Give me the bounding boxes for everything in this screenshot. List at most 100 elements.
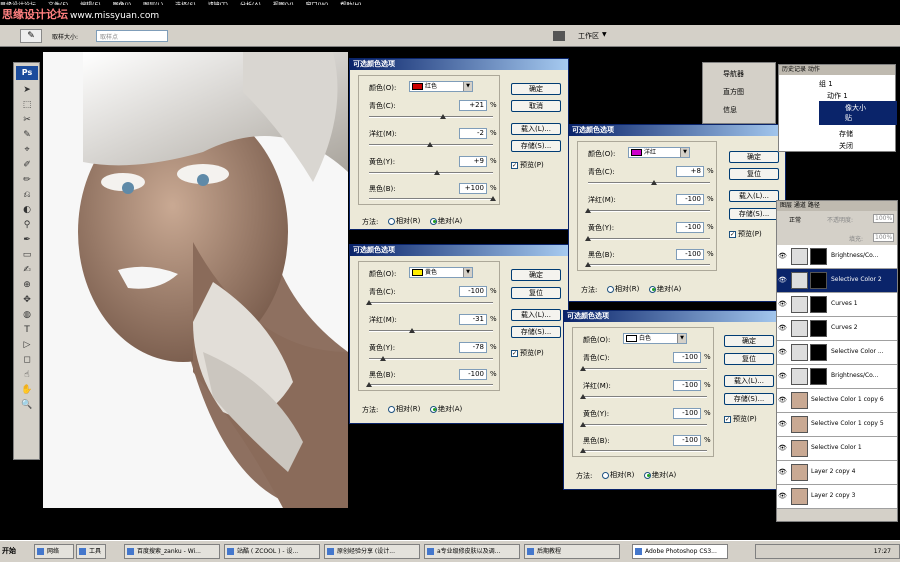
eye-icon[interactable]: 👁	[778, 420, 788, 428]
tool-icon[interactable]: ⎌	[18, 190, 36, 201]
slider-knob[interactable]	[490, 196, 496, 201]
slider-knob[interactable]	[585, 208, 591, 213]
black-slider[interactable]	[366, 382, 493, 387]
preview-checkbox[interactable]: ✓ 预览(P)	[729, 229, 762, 239]
tool-icon[interactable]: ✥	[18, 295, 36, 306]
yellow-slider[interactable]	[369, 170, 493, 175]
eyedropper-icon[interactable]: ✎	[20, 29, 42, 43]
slider-knob[interactable]	[409, 328, 415, 333]
tool-icon[interactable]: ⌖	[18, 145, 36, 156]
eye-icon[interactable]: 👁	[778, 348, 788, 356]
save-button[interactable]: 存储(S)...	[511, 140, 561, 152]
color-select[interactable]: 红色 ▼	[409, 81, 473, 92]
slider-knob[interactable]	[651, 180, 657, 185]
layers-tabs[interactable]: 图层 通道 路径	[777, 201, 897, 211]
tool-icon[interactable]: ✐	[18, 160, 36, 171]
ok-button[interactable]: 确定	[724, 335, 774, 347]
magenta-input[interactable]: -31	[459, 314, 487, 325]
tool-icon[interactable]: ✂	[18, 115, 36, 126]
tool-icon[interactable]: ✒	[18, 235, 36, 246]
layer-row[interactable]: 👁 Brightness/Co...	[777, 365, 897, 389]
tool-icon[interactable]: ▭	[18, 250, 36, 261]
tool-icon[interactable]: ⊕	[18, 280, 36, 291]
relative-radio[interactable]: 相对(R)	[602, 470, 634, 480]
taskbar-item[interactable]: Adobe Photoshop CS3...	[632, 544, 728, 559]
layer-row[interactable]: 👁 Curves 2	[777, 317, 897, 341]
magenta-input[interactable]: -2	[459, 128, 487, 139]
sample-size-select[interactable]: 取样点	[96, 30, 168, 42]
yellow-slider[interactable]	[580, 422, 707, 427]
slider-knob[interactable]	[580, 422, 586, 427]
tool-icon[interactable]: ✍	[18, 265, 36, 276]
slider-knob[interactable]	[585, 236, 591, 241]
ok-button[interactable]: 确定	[511, 269, 561, 281]
action-step-item[interactable]: 存储	[839, 129, 853, 139]
cyan-slider[interactable]	[369, 114, 493, 119]
slider-knob[interactable]	[434, 170, 440, 175]
layer-row[interactable]: 👁 Layer 2 copy 3	[777, 485, 897, 509]
cyan-slider[interactable]	[366, 300, 493, 305]
reset-button[interactable]: 复位	[729, 168, 779, 180]
save-button[interactable]: 存储(S)...	[729, 208, 779, 220]
magenta-input[interactable]: -100	[673, 380, 701, 391]
yellow-slider[interactable]	[369, 356, 493, 361]
action-step-item[interactable]: 关闭	[839, 141, 853, 151]
ok-button[interactable]: 确定	[511, 83, 561, 95]
slider-knob[interactable]	[585, 262, 591, 267]
magenta-slider[interactable]	[369, 142, 493, 147]
eye-icon[interactable]: 👁	[778, 300, 788, 308]
relative-radio[interactable]: 相对(R)	[388, 404, 420, 414]
start-button[interactable]: 开始	[2, 543, 28, 559]
color-select[interactable]: 洋红 ▼	[628, 147, 690, 158]
taskbar-item[interactable]: 工具	[76, 544, 106, 559]
cyan-slider[interactable]	[580, 366, 707, 371]
black-slider[interactable]	[580, 448, 707, 453]
workspace-icon[interactable]	[553, 31, 565, 41]
eye-icon[interactable]: 👁	[778, 324, 788, 332]
tool-icon[interactable]: ◐	[18, 205, 36, 216]
eye-icon[interactable]: 👁	[778, 276, 788, 284]
tool-icon[interactable]: ⬚	[18, 100, 36, 111]
load-button[interactable]: 载入(L)...	[511, 309, 561, 321]
workspace-button[interactable]: 工作区	[578, 31, 599, 41]
layer-row[interactable]: 👁 Layer 2 copy 4	[777, 461, 897, 485]
yellow-input[interactable]: +9	[459, 156, 487, 167]
ok-button[interactable]: 确定	[729, 151, 779, 163]
reset-button[interactable]: 复位	[724, 353, 774, 365]
save-button[interactable]: 存储(S)...	[724, 393, 774, 405]
load-button[interactable]: 载入(L)...	[729, 190, 779, 202]
black-slider[interactable]	[369, 196, 496, 201]
tool-icon[interactable]: 🔍	[18, 400, 36, 411]
tool-icon[interactable]: ◻	[18, 355, 36, 366]
cancel-button[interactable]: 取消	[511, 100, 561, 112]
reset-button[interactable]: 复位	[511, 287, 561, 299]
preview-checkbox[interactable]: ✓ 预览(P)	[511, 348, 544, 358]
magenta-slider[interactable]	[585, 208, 710, 213]
relative-radio[interactable]: 相对(R)	[607, 284, 639, 294]
cyan-input[interactable]: -100	[459, 286, 487, 297]
preview-checkbox[interactable]: ✓ 预览(P)	[511, 160, 544, 170]
load-button[interactable]: 载入(L)...	[511, 123, 561, 135]
save-button[interactable]: 存储(S)...	[511, 326, 561, 338]
info-item[interactable]: 信息	[723, 105, 737, 115]
magenta-input[interactable]: -100	[676, 194, 704, 205]
tool-icon[interactable]: ◍	[18, 310, 36, 321]
absolute-radio[interactable]: 绝对(A)	[430, 404, 462, 414]
preview-checkbox[interactable]: ✓ 预览(P)	[724, 414, 757, 424]
absolute-radio[interactable]: 绝对(A)	[430, 216, 462, 226]
slider-knob[interactable]	[580, 366, 586, 371]
layer-row[interactable]: 👁 Curves 1	[777, 293, 897, 317]
taskbar-item[interactable]: a专业级修皮肤以及调...	[424, 544, 520, 559]
tool-icon[interactable]: ✋	[18, 385, 36, 396]
blend-mode-select[interactable]: 正常	[789, 215, 801, 224]
actions-tabs[interactable]: 历史记录 动作	[779, 65, 895, 75]
black-input[interactable]: -100	[673, 435, 701, 446]
opacity-input[interactable]: 100%	[873, 214, 895, 223]
absolute-radio[interactable]: 绝对(A)	[644, 470, 676, 480]
magenta-slider[interactable]	[369, 328, 493, 333]
tool-icon[interactable]: ➤	[18, 85, 36, 96]
eye-icon[interactable]: 👁	[778, 444, 788, 452]
relative-radio[interactable]: 相对(R)	[388, 216, 420, 226]
slider-knob[interactable]	[380, 356, 386, 361]
slider-knob[interactable]	[580, 394, 586, 399]
